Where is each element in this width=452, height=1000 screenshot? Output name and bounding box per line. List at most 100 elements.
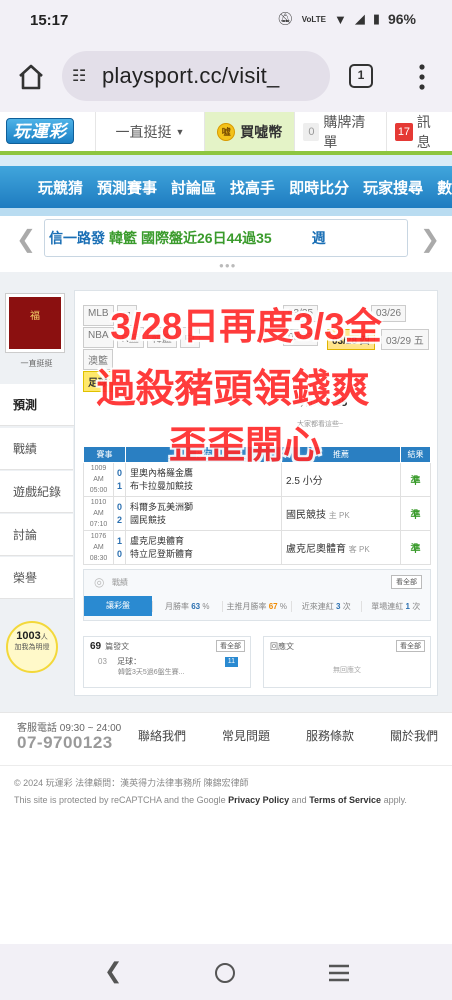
cart-label: 購牌清單 bbox=[323, 114, 366, 150]
menu-item-predict[interactable]: 預測賽事 bbox=[97, 177, 157, 198]
caret-down-icon: ▼ bbox=[175, 127, 185, 137]
user-dropdown-label: 一直挺挺 bbox=[115, 124, 172, 140]
overlay-text-line-2: 過殺豬頭領錢爽 bbox=[96, 368, 370, 411]
menu-top-strip bbox=[0, 155, 452, 166]
record-summary: ◎ 戰績 看全部 讓彩盤 月勝率 63 % 主推月勝率 67 % 近來連紅 3 … bbox=[83, 569, 431, 621]
home-circle-icon[interactable] bbox=[214, 962, 236, 984]
volte-icon: VoLTE bbox=[301, 14, 326, 24]
game-pick: 盧克尼奧體育 客 PK bbox=[281, 530, 401, 565]
game-number: 1076 AM 08:30 bbox=[83, 530, 114, 565]
article-date: 03 bbox=[98, 657, 107, 666]
footer-links: 聯絡我們 常見問題 服務條款 關於我們 bbox=[138, 727, 438, 744]
wifi-icon: ▼ bbox=[333, 11, 347, 27]
game-score: 02 bbox=[113, 496, 126, 531]
message-count-badge: 17 bbox=[394, 123, 413, 141]
articles-more-button[interactable]: 看全部 bbox=[216, 640, 245, 652]
game-score: 10 bbox=[113, 530, 126, 565]
footer-link-about[interactable]: 關於我們 bbox=[390, 727, 438, 744]
record-stats-bar: 讓彩盤 月勝率 63 % 主推月勝率 67 % 近來連紅 3 次 單場連紅 1 … bbox=[84, 596, 430, 616]
article-title: 足球： bbox=[117, 657, 142, 666]
replies-more-button[interactable]: 看全部 bbox=[396, 640, 425, 652]
address-bar[interactable]: ☷ playsport.cc/visit_ bbox=[62, 51, 330, 101]
overlay-text-line-1: 3/28日再度3/3全 bbox=[110, 306, 382, 347]
record-season-tab[interactable]: 讓彩盤 bbox=[84, 596, 152, 616]
footer-link-faq[interactable]: 常見問題 bbox=[222, 727, 270, 744]
service-phone-number[interactable]: 07-9700123 bbox=[17, 733, 113, 753]
game-teams: 科爾多瓦美洲獅 國民競技 bbox=[125, 496, 282, 531]
url-text: playsport.cc/visit_ bbox=[102, 63, 280, 88]
sidebar-item-game-history[interactable]: 遊戲紀錄 bbox=[0, 471, 73, 513]
recaptcha-notice: This site is protected by reCAPTCHA and … bbox=[14, 795, 407, 805]
prediction-panel: MLB 日 NBA R籃 韓籃 中 澳籃 足球 03/25 03/26 03/2… bbox=[74, 290, 438, 696]
bulb-unit: 人 bbox=[40, 634, 48, 641]
home-icon[interactable] bbox=[16, 62, 46, 92]
menu-item-livescore[interactable]: 即時比分 bbox=[289, 177, 349, 198]
status-icons: 🔕︎ VoLTE ▼ ◢ ▮ 96% bbox=[277, 11, 416, 27]
service-phone-label: 客服電話 09:30 ~ 24:00 bbox=[17, 723, 122, 734]
sidebar-item-honor[interactable]: 榮譽 bbox=[0, 557, 73, 599]
terms-of-service-link[interactable]: Terms of Service bbox=[309, 795, 381, 805]
header-nav: 一直挺挺 ▼ 噓 買噓幣 0 購牌清單 17 訊息 bbox=[95, 112, 452, 152]
signal-icon: ◢ bbox=[354, 11, 365, 26]
cart-count-badge: 0 bbox=[303, 123, 320, 141]
buy-coin-button[interactable]: 噓 買噓幣 bbox=[204, 112, 295, 152]
stat-streak: 近來連紅 3 次 bbox=[291, 600, 361, 612]
cart-link[interactable]: 0 購牌清單 bbox=[294, 112, 385, 152]
back-icon[interactable]: ❮ bbox=[104, 958, 122, 984]
footer-link-terms[interactable]: 服務條款 bbox=[306, 727, 354, 744]
game-result: 準 bbox=[400, 530, 431, 565]
ticker-text-1: 信一路發 bbox=[49, 230, 105, 246]
replies-title: 回應文 bbox=[270, 642, 294, 651]
ticker-text-2: 韓籃 bbox=[109, 230, 137, 246]
articles-box: 69 篇發文 看全部 03 足球： 韓籃3天5過6盤生賽... 11 bbox=[83, 636, 251, 688]
footer-link-contact[interactable]: 聯絡我們 bbox=[138, 727, 186, 744]
ticker-next-icon[interactable]: ❯ bbox=[420, 225, 440, 254]
game-pick: 國民競技 主 PK bbox=[281, 496, 401, 531]
battery-icon: ▮ bbox=[372, 11, 380, 26]
article-text: 韓籃3天5過6盤生賽... bbox=[118, 669, 185, 676]
stat-win-rate: 月勝率 63 % bbox=[152, 600, 222, 612]
ticker-pager-dots: ●●● bbox=[219, 261, 237, 270]
article-badge: 11 bbox=[224, 657, 238, 667]
tab-switcher-button[interactable]: 1 bbox=[349, 64, 373, 88]
privacy-policy-link[interactable]: Privacy Policy bbox=[228, 795, 289, 805]
site-logo[interactable]: 玩運彩 bbox=[6, 118, 74, 144]
status-bar: 15:17 🔕︎ VoLTE ▼ ◢ ▮ 96% bbox=[0, 0, 452, 42]
article-item[interactable]: 03 足球： 韓籃3天5過6盤生賽... 11 bbox=[98, 657, 246, 678]
stat-main-rate: 主推月勝率 67 % bbox=[221, 600, 292, 612]
more-menu-icon[interactable] bbox=[417, 62, 427, 92]
system-nav-bar: ❮ bbox=[0, 944, 452, 1000]
clock: 15:17 bbox=[30, 12, 69, 29]
ticker-prev-icon[interactable]: ❮ bbox=[16, 225, 36, 254]
game-teams: 盧克尼奧體育 特立尼登斯體育 bbox=[125, 530, 282, 565]
menu-item-player-search[interactable]: 玩家搜尋 bbox=[363, 177, 423, 198]
bulb-text: 加我為明燈 bbox=[14, 644, 50, 651]
table-row: 1076 AM 08:30 10 盧克尼奧體育 特立尼登斯體育 盧克尼奧體育 客 P… bbox=[83, 530, 431, 565]
messages-link[interactable]: 17 訊息 bbox=[385, 112, 452, 152]
news-ticker[interactable]: 信一路發 韓籃 國際盤近26日44過35 週 bbox=[44, 219, 408, 257]
record-title: 戰績 bbox=[112, 578, 128, 587]
menu-item-experts[interactable]: 找高手 bbox=[230, 177, 275, 198]
buy-coin-label: 買噓幣 bbox=[240, 124, 283, 140]
replies-empty: 無回應文 bbox=[333, 667, 361, 674]
bulb-count: 1003 bbox=[16, 630, 41, 642]
footer-divider bbox=[0, 765, 452, 766]
articles-title: 69 篇發文 bbox=[90, 641, 130, 652]
recents-icon[interactable] bbox=[328, 964, 350, 982]
site-footer: 客服電話 09:30 ~ 24:00 07-9700123 聯絡我們 常見問題 … bbox=[0, 712, 452, 944]
record-icon: ◎ bbox=[94, 575, 105, 589]
site-header: 玩運彩 一直挺挺 ▼ 噓 買噓幣 0 購牌清單 17 訊息 bbox=[0, 112, 452, 152]
ticker-text-3: 國際盤近26日44過35 bbox=[141, 230, 272, 246]
browser-toolbar: ☷ playsport.cc/visit_ 1 bbox=[0, 42, 452, 112]
user-dropdown[interactable]: 一直挺挺 ▼ bbox=[95, 112, 204, 152]
record-more-button[interactable]: 看全部 bbox=[391, 575, 422, 589]
sidebar-item-discuss[interactable]: 討論 bbox=[0, 514, 73, 556]
coin-icon: 噓 bbox=[217, 123, 236, 141]
menu-item-quiz[interactable]: 玩競猜 bbox=[38, 177, 83, 198]
copyright-text: © 2024 玩運彩 法律顧問：漢英得力法律事務所 陳錦宏律師 bbox=[14, 778, 249, 788]
menu-item-forum[interactable]: 討論區 bbox=[171, 177, 216, 198]
bulb-follow-button[interactable]: 1003人 加我為明燈 bbox=[6, 621, 58, 673]
menu-item-data[interactable]: 數據 bbox=[437, 177, 452, 198]
game-number: 1010 AM 07:10 bbox=[83, 496, 114, 531]
site-settings-icon[interactable]: ☷ bbox=[72, 66, 94, 86]
